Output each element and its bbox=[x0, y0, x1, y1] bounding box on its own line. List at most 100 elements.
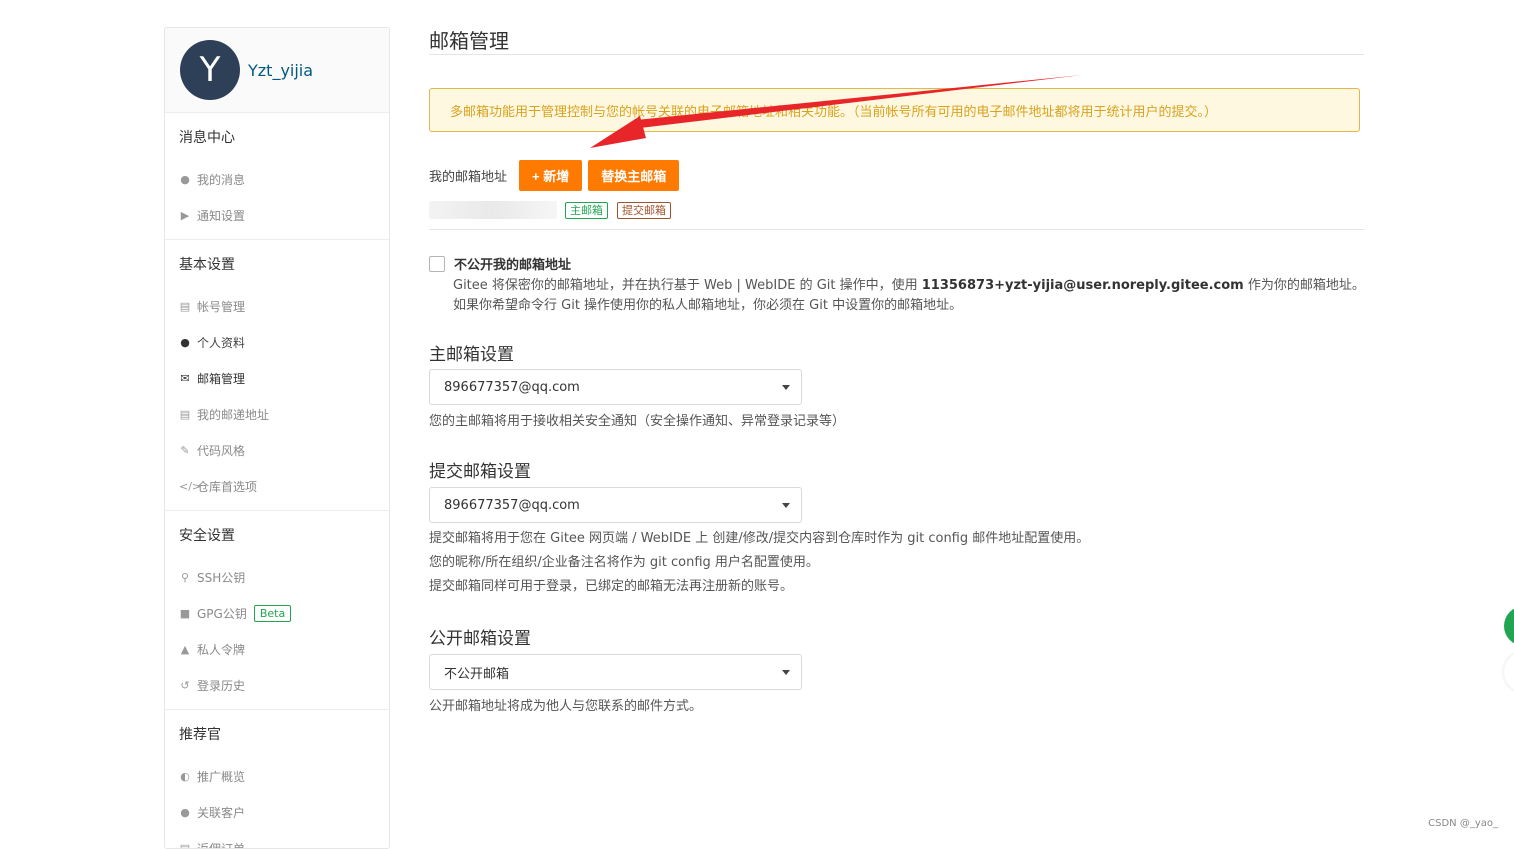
sidebar-item-label: 个人资料 bbox=[197, 334, 245, 351]
sidebar-item-label: GPG公钥 bbox=[197, 605, 247, 622]
brush-icon: ✎ bbox=[179, 444, 191, 457]
sidebar-section-title: 消息中心 bbox=[165, 123, 389, 161]
watermark: CSDN @_yao_ bbox=[1428, 818, 1498, 829]
sidebar-item-label: 通知设置 bbox=[197, 207, 245, 224]
divider bbox=[429, 54, 1364, 55]
avatar[interactable]: Y bbox=[180, 40, 240, 100]
keep-email-private-checkbox[interactable] bbox=[429, 256, 445, 272]
sidebar-item-address[interactable]: ▤ 我的邮递地址 bbox=[165, 396, 389, 432]
add-email-button[interactable]: + 新增 bbox=[519, 160, 582, 191]
sidebar-section-basic: 基本设置 ▤ 帐号管理 ● 个人资料 ✉ 邮箱管理 ▤ 我的邮递地址 ✎ 代码风… bbox=[165, 240, 389, 511]
sidebar-item-notification-settings[interactable]: ▶ 通知设置 bbox=[165, 197, 389, 233]
sidebar-item-login-history[interactable]: ↺ 登录历史 bbox=[165, 667, 389, 703]
primary-email-settings-title: 主邮箱设置 bbox=[429, 340, 514, 365]
chevron-down-icon bbox=[782, 670, 790, 675]
address-card-icon: ▤ bbox=[179, 408, 191, 421]
dashboard-icon: ◐ bbox=[179, 770, 191, 783]
speaker-icon: ▶ bbox=[179, 209, 191, 222]
primary-email-value: 896677357@qq.com bbox=[444, 380, 580, 395]
sidebar-item-label: 我的消息 bbox=[197, 171, 245, 188]
public-email-value: 不公开邮箱 bbox=[444, 663, 509, 682]
bell-icon: ● bbox=[179, 173, 191, 186]
public-email-help: 公开邮箱地址将成为他人与您联系的邮件方式。 bbox=[429, 695, 702, 719]
sidebar-item-label: 仓库首选项 bbox=[197, 478, 257, 495]
key-icon: ⚲ bbox=[179, 571, 191, 584]
sidebar-item-my-messages[interactable]: ● 我的消息 bbox=[165, 161, 389, 197]
commit-email-help: 提交邮箱将用于您在 Gitee 网页端 / WebIDE 上 创建/修改/提交内… bbox=[429, 527, 1089, 599]
sidebar-item-label: 私人令牌 bbox=[197, 641, 245, 658]
sidebar-item-email[interactable]: ✉ 邮箱管理 bbox=[165, 360, 389, 396]
sidebar-section-messages: 消息中心 ● 我的消息 ▶ 通知设置 bbox=[165, 113, 389, 240]
primary-email-select[interactable]: 896677357@qq.com bbox=[429, 369, 802, 405]
page-title: 邮箱管理 bbox=[429, 25, 509, 54]
sidebar-item-label: 帐号管理 bbox=[197, 298, 245, 315]
chevron-down-icon bbox=[782, 385, 790, 390]
replace-primary-email-button[interactable]: 替换主邮箱 bbox=[588, 160, 679, 191]
private-desc-text: Gitee 将保密你的邮箱地址，并在执行基于 Web | WebIDE 的 Gi… bbox=[453, 278, 922, 293]
public-email-settings-title: 公开邮箱设置 bbox=[429, 624, 531, 649]
sidebar-item-label: 代码风格 bbox=[197, 442, 245, 459]
sidebar-item-gpg-keys[interactable]: ■ GPG公钥 Beta bbox=[165, 595, 389, 631]
sidebar-item-private-tokens[interactable]: ▲ 私人令牌 bbox=[165, 631, 389, 667]
sidebar-item-ssh-keys[interactable]: ⚲ SSH公钥 bbox=[165, 559, 389, 595]
sitemap-icon: ▲ bbox=[179, 643, 191, 656]
user-link-icon: ● bbox=[179, 806, 191, 819]
primary-email-help: 您的主邮箱将用于接收相关安全通知（安全操作通知、异常登录记录等） bbox=[429, 410, 845, 434]
username-link[interactable]: Yzt_yijia bbox=[248, 61, 313, 80]
code-icon: </> bbox=[179, 480, 191, 493]
redacted-email-address bbox=[429, 201, 557, 219]
info-notice: 多邮箱功能用于管理控制与您的帐号关联的电子邮箱地址和相关功能。（当前帐号所有可用… bbox=[429, 88, 1360, 132]
user-icon: ● bbox=[179, 336, 191, 349]
sidebar-item-linked-customers[interactable]: ● 关联客户 bbox=[165, 794, 389, 830]
divider bbox=[429, 229, 1364, 230]
sidebar-item-label: 返佣订单 bbox=[197, 840, 245, 849]
beta-badge: Beta bbox=[254, 605, 291, 622]
commit-help-line: 提交邮箱同样可用于登录，已绑定的邮箱无法再注册新的账号。 bbox=[429, 575, 1089, 599]
noreply-email: 11356873+yzt-yijia@user.noreply.gitee.co… bbox=[922, 278, 1244, 293]
primary-email-tag: 主邮箱 bbox=[565, 202, 608, 219]
lock-icon: ■ bbox=[179, 607, 191, 620]
sidebar-item-label: SSH公钥 bbox=[197, 569, 245, 586]
sidebar-item-code-style[interactable]: ✎ 代码风格 bbox=[165, 432, 389, 468]
my-email-row: 我的邮箱地址 + 新增 替换主邮箱 bbox=[429, 160, 685, 191]
keep-email-private-row: 不公开我的邮箱地址 bbox=[429, 254, 571, 273]
sidebar-section-title: 安全设置 bbox=[165, 521, 389, 559]
private-desc-text: 作为你的邮箱地址。 bbox=[1244, 278, 1365, 293]
commit-help-line: 提交邮箱将用于您在 Gitee 网页端 / WebIDE 上 创建/修改/提交内… bbox=[429, 527, 1089, 551]
commit-email-settings-title: 提交邮箱设置 bbox=[429, 457, 531, 482]
commit-email-select[interactable]: 896677357@qq.com bbox=[429, 487, 802, 523]
sidebar-item-repo-preferences[interactable]: </> 仓库首选项 bbox=[165, 468, 389, 504]
profile-header: Y Yzt_yijia bbox=[165, 28, 389, 113]
settings-sidebar: Y Yzt_yijia 消息中心 ● 我的消息 ▶ 通知设置 基本设置 ▤ 帐号… bbox=[164, 27, 390, 849]
email-address-row: 主邮箱 提交邮箱 bbox=[429, 201, 671, 219]
id-card-icon: ▤ bbox=[179, 300, 191, 313]
sidebar-section-referral: 推荐官 ◐ 推广概览 ● 关联客户 ▤ 返佣订单 bbox=[165, 710, 389, 849]
private-desc-line-2: 如果你希望命令行 Git 操作使用你的私人邮箱地址，你必须在 Git 中设置你的… bbox=[453, 296, 1373, 316]
private-desc-line-1: Gitee 将保密你的邮箱地址，并在执行基于 Web | WebIDE 的 Gi… bbox=[453, 276, 1373, 296]
sidebar-item-label: 推广概览 bbox=[197, 768, 245, 785]
sidebar-section-title: 基本设置 bbox=[165, 250, 389, 288]
sidebar-item-promo-overview[interactable]: ◐ 推广概览 bbox=[165, 758, 389, 794]
commit-email-tag: 提交邮箱 bbox=[617, 202, 671, 219]
envelope-icon: ✉ bbox=[179, 372, 191, 385]
chevron-down-icon bbox=[782, 503, 790, 508]
keep-email-private-description: Gitee 将保密你的邮箱地址，并在执行基于 Web | WebIDE 的 Gi… bbox=[453, 276, 1373, 316]
sidebar-item-label: 邮箱管理 bbox=[197, 370, 245, 387]
sidebar-item-label: 我的邮递地址 bbox=[197, 406, 269, 423]
sidebar-item-label: 登录历史 bbox=[197, 677, 245, 694]
commit-email-value: 896677357@qq.com bbox=[444, 498, 580, 513]
sidebar-item-account[interactable]: ▤ 帐号管理 bbox=[165, 288, 389, 324]
keep-email-private-label[interactable]: 不公开我的邮箱地址 bbox=[454, 254, 571, 273]
history-icon: ↺ bbox=[179, 679, 191, 692]
floating-help-button[interactable] bbox=[1504, 606, 1514, 646]
public-email-select[interactable]: 不公开邮箱 bbox=[429, 654, 802, 690]
my-email-label: 我的邮箱地址 bbox=[429, 166, 507, 185]
order-icon: ▤ bbox=[179, 842, 191, 849]
commit-help-line: 您的昵称/所在组织/企业备注名将作为 git config 用户名配置使用。 bbox=[429, 551, 1089, 575]
sidebar-section-security: 安全设置 ⚲ SSH公钥 ■ GPG公钥 Beta ▲ 私人令牌 ↺ 登录历史 bbox=[165, 511, 389, 710]
floating-feedback-button[interactable] bbox=[1504, 652, 1514, 692]
sidebar-item-commission-orders[interactable]: ▤ 返佣订单 bbox=[165, 830, 389, 849]
sidebar-section-title: 推荐官 bbox=[165, 720, 389, 758]
sidebar-item-label: 关联客户 bbox=[197, 804, 245, 821]
sidebar-item-profile[interactable]: ● 个人资料 bbox=[165, 324, 389, 360]
